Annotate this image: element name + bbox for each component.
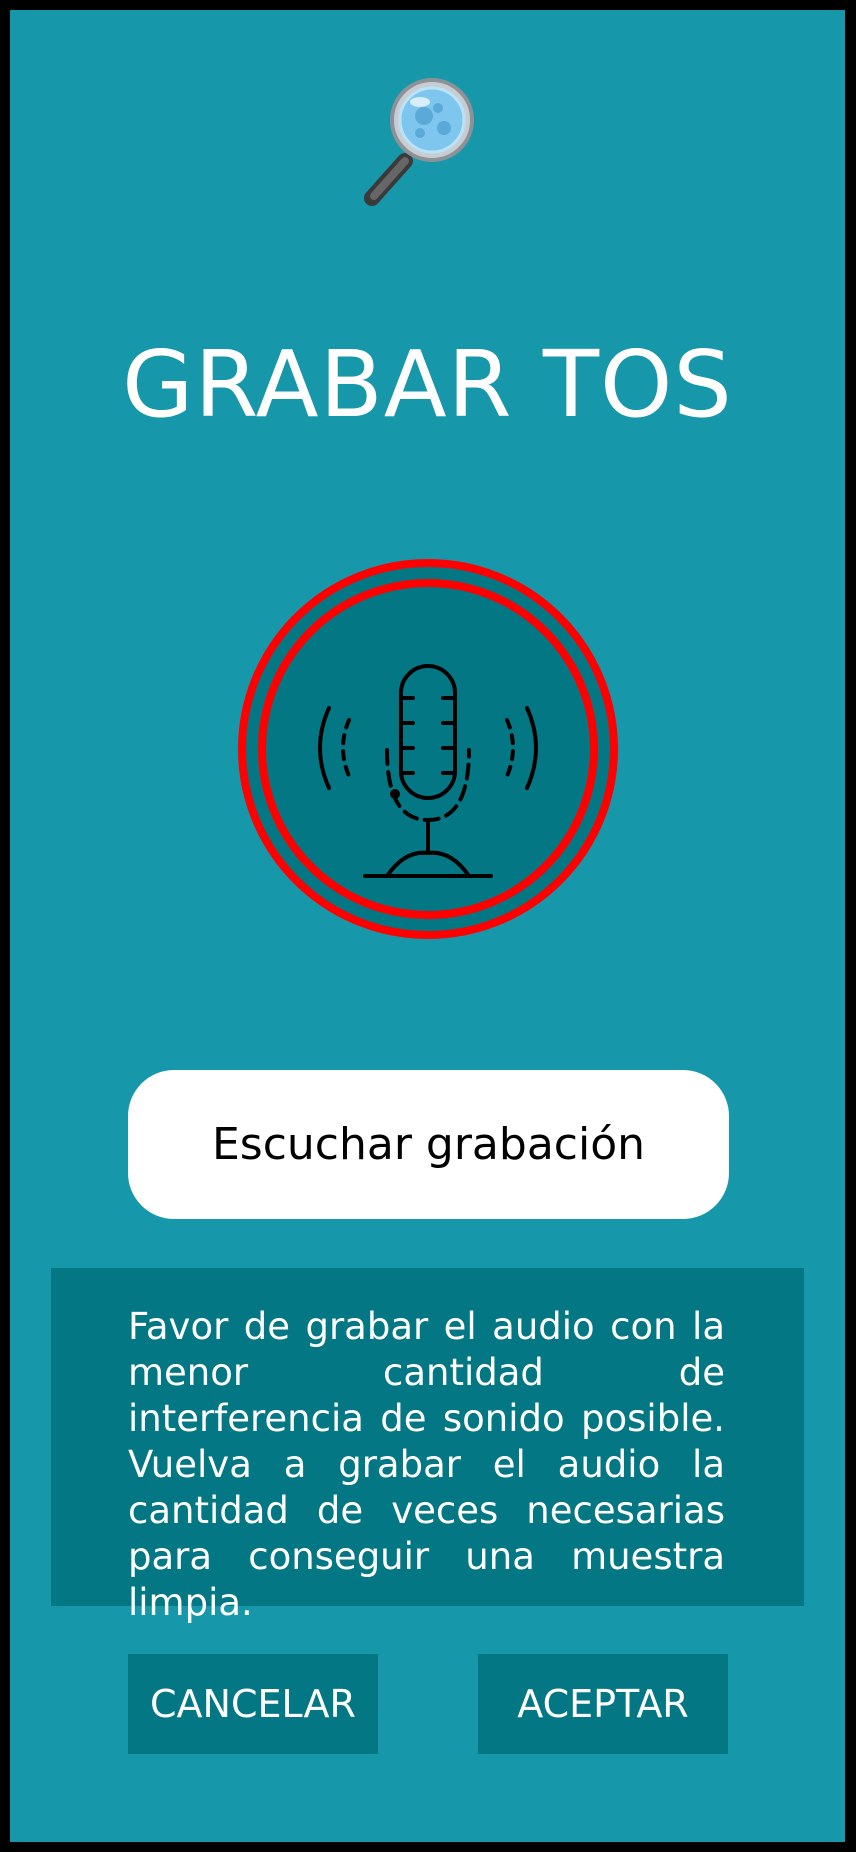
cancel-button[interactable]: CANCELAR [128,1654,378,1754]
magnifier-virus-icon [360,76,490,206]
accept-label: ACEPTAR [517,1682,689,1726]
instructions-panel: Favor de grabar el audio con la menor ca… [51,1268,804,1624]
page-title: GRABAR TOS [122,331,733,438]
instructions-text: Favor de grabar el audio con la menor ca… [128,1305,725,1624]
accept-button[interactable]: ACEPTAR [478,1654,728,1754]
record-cough-screen: GRABAR TOS Escuchar grabación Favor de g… [10,10,845,1842]
listen-recording-button[interactable]: Escuchar grabación [128,1070,729,1219]
listen-recording-label: Escuchar grabación [211,1119,646,1170]
cancel-label: CANCELAR [150,1682,356,1726]
microphone-icon [238,559,618,939]
record-button[interactable] [237,558,619,940]
